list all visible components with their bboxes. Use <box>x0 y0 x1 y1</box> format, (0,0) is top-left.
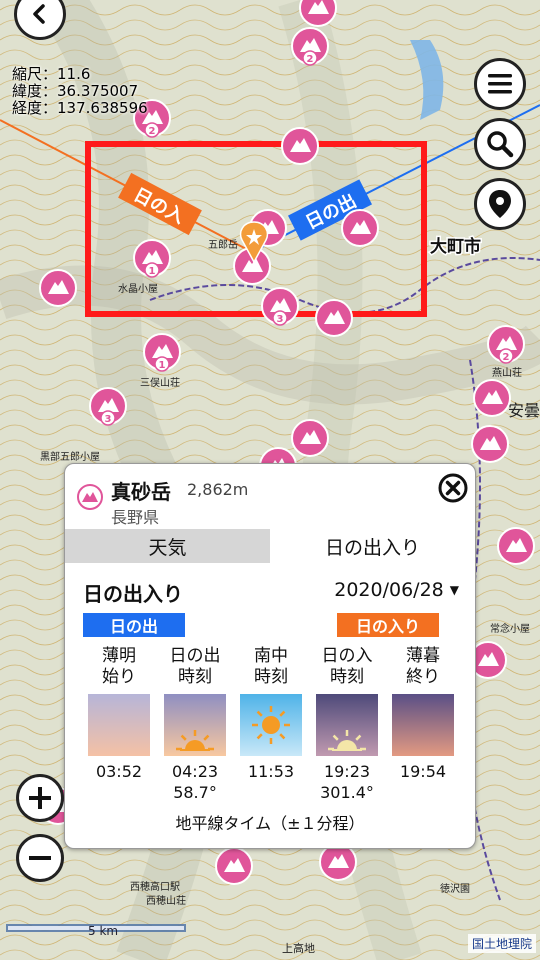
mountain-marker[interactable] <box>291 419 329 457</box>
time-column: 南中 時刻 11:53 <box>239 646 303 783</box>
latitude-readout: 緯度：36.375007 <box>12 82 139 100</box>
mountain-marker[interactable]: 2 <box>291 27 329 66</box>
svg-text:1: 1 <box>159 360 166 371</box>
scale-readout: 縮尺：11.6 <box>12 65 91 83</box>
zoom-in-button[interactable] <box>16 774 64 822</box>
svg-text:3: 3 <box>105 414 112 425</box>
zoom-out-button[interactable] <box>16 834 64 882</box>
scale-bar-label: 5 km <box>88 924 119 938</box>
sky-color-swatch <box>88 694 150 756</box>
sky-color-swatch <box>240 694 302 756</box>
time-column: 日の入 時刻 19:23 301.4° <box>315 646 379 802</box>
time-value: 03:52 <box>95 762 143 781</box>
mountain-marker[interactable] <box>39 269 77 307</box>
peak-elevation: 2,862m <box>187 480 249 499</box>
date-value: 2020/06/28 <box>334 579 444 601</box>
peak-prefecture: 長野県 <box>111 508 160 527</box>
location-button[interactable] <box>474 178 526 230</box>
mountain-marker[interactable] <box>281 127 319 165</box>
time-value: 19:54 <box>399 762 447 781</box>
search-icon <box>487 131 514 158</box>
time-column: 薄暮 終り 19:54 <box>391 646 455 783</box>
attribution-link[interactable]: 国土地理院 <box>467 934 536 953</box>
place-label: 五郎岳 <box>208 238 238 251</box>
azimuth-value: 301.4° <box>320 783 374 802</box>
time-column-label: 日の入 時刻 <box>321 646 373 687</box>
peak-info-panel: 真砂岳 2,862m 長野県 天気 日の出入り 日の出入り 2020/06/28… <box>64 463 476 849</box>
time-value: 11:53 <box>247 762 295 781</box>
svg-text:2: 2 <box>149 126 156 137</box>
sun-icon <box>176 730 214 751</box>
close-icon[interactable] <box>437 472 469 504</box>
tab-weather[interactable]: 天気 <box>65 529 270 563</box>
svg-text:2: 2 <box>503 352 510 363</box>
longitude-readout: 経度：137.638596 <box>12 99 148 117</box>
time-column: 薄明 始り 03:52 <box>87 646 151 783</box>
sky-color-swatch <box>316 694 378 756</box>
sun-icon <box>328 730 366 751</box>
place-label: 常念小屋 <box>490 622 530 635</box>
peak-name: 真砂岳 <box>111 480 171 504</box>
chevron-left-icon <box>33 4 45 24</box>
mountain-marker[interactable] <box>215 847 253 885</box>
mountain-marker[interactable] <box>299 0 337 27</box>
time-column: 日の出 時刻 04:23 58.7° <box>163 646 227 802</box>
time-column-label: 薄明 始り <box>102 646 136 687</box>
location-pin-icon <box>489 190 511 218</box>
menu-button[interactable] <box>474 58 526 110</box>
svg-text:3: 3 <box>277 314 284 325</box>
time-column-label: 南中 時刻 <box>254 646 288 687</box>
mountain-marker[interactable]: 3 <box>261 287 299 326</box>
place-label: 燕山荘 <box>492 367 522 379</box>
hamburger-menu-icon <box>488 74 512 94</box>
mountain-marker[interactable]: 1 <box>133 239 171 278</box>
search-button[interactable] <box>474 118 526 170</box>
mountain-marker[interactable] <box>319 843 357 881</box>
time-value: 04:23 <box>171 762 219 781</box>
sunrise-badge: 日の出 <box>83 613 185 637</box>
place-label: 西穂山荘 <box>146 894 186 907</box>
place-label: 黒部五郎小屋 <box>40 450 100 463</box>
mountain-marker[interactable]: 3 <box>89 387 127 426</box>
sky-color-swatch <box>164 694 226 756</box>
svg-text:2: 2 <box>307 54 314 65</box>
place-label: 安曇 <box>508 401 540 420</box>
mountain-icon <box>77 484 103 510</box>
time-column-label: 薄暮 終り <box>406 646 440 687</box>
minus-icon <box>29 856 51 860</box>
place-label: 水晶小屋 <box>118 283 158 295</box>
svg-text:1: 1 <box>149 266 156 277</box>
time-value: 19:23 <box>323 762 371 781</box>
azimuth-value: 58.7° <box>173 783 217 802</box>
horizon-time-note: 地平線タイム（±１分程） <box>175 814 365 833</box>
map-readout: 縮尺：11.6 緯度：36.375007 経度：137.638596 <box>12 66 148 117</box>
mountain-marker[interactable] <box>497 527 535 565</box>
time-column-label: 日の出 時刻 <box>169 646 221 687</box>
place-label: 上高地 <box>282 941 315 955</box>
city-label: 大町市 <box>430 236 481 257</box>
mountain-marker[interactable] <box>341 209 379 247</box>
tab-sunrise-sunset[interactable]: 日の出入り <box>270 529 475 563</box>
place-label: 三俣山荘 <box>140 376 180 389</box>
date-selector[interactable]: 2020/06/28 ▼ <box>334 579 459 601</box>
mountain-marker[interactable]: 1 <box>143 333 181 372</box>
place-label: 徳沢園 <box>440 882 470 895</box>
mountain-marker[interactable] <box>315 299 353 337</box>
caret-down-icon: ▼ <box>449 583 459 597</box>
plus-icon <box>29 787 51 809</box>
sun-icon <box>252 706 290 744</box>
panel-tabs: 天気 日の出入り <box>65 529 475 563</box>
sunset-badge: 日の入り <box>337 613 439 637</box>
mountain-marker[interactable] <box>473 379 511 417</box>
mountain-marker[interactable]: 2 <box>487 325 525 364</box>
mountain-marker[interactable] <box>471 425 509 463</box>
section-title: 日の出入り <box>83 582 183 606</box>
sky-color-swatch <box>392 694 454 756</box>
place-label: 西穂高口駅 <box>130 880 180 893</box>
